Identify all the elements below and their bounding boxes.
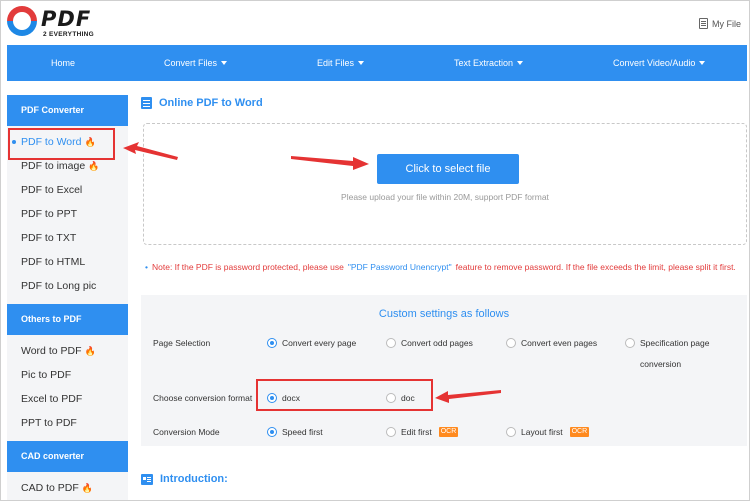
page-title: Online PDF to Word <box>141 97 263 109</box>
nav-edit-files[interactable]: Edit Files <box>317 58 365 68</box>
caret-down-icon <box>517 61 524 65</box>
caret-down-icon <box>358 61 365 65</box>
nav-label: Text Extraction <box>454 58 514 68</box>
radio-icon <box>506 427 516 437</box>
annotation-box-format <box>256 379 433 411</box>
password-note: • Note: If the PDF is password protected,… <box>145 261 745 274</box>
nav-label: Home <box>51 58 76 68</box>
sidebar-item-pdf-to-excel[interactable]: PDF to Excel <box>7 178 128 202</box>
page-selection-label: Page Selection <box>153 338 211 348</box>
radio-selected-icon <box>267 338 277 348</box>
annotation-box-pdf-to-word <box>8 128 115 160</box>
list-icon <box>141 473 153 485</box>
introduction-heading: Introduction: <box>141 473 228 485</box>
option-layout-first[interactable]: Layout first OCR <box>506 427 590 437</box>
radio-icon <box>386 338 396 348</box>
my-file-link[interactable]: My File <box>699 18 741 29</box>
logo-ring-icon <box>7 6 37 36</box>
nav-label: Edit Files <box>317 58 355 68</box>
radio-icon <box>506 338 516 348</box>
sidebar-item-cad-to-pdf[interactable]: CAD to PDF 🔥 <box>7 476 128 500</box>
password-unencrypt-link[interactable]: "PDF Password Unencrypt" <box>348 262 452 272</box>
option-label: Convert even pages <box>521 338 598 348</box>
sidebar-section-title: CAD converter <box>7 441 128 472</box>
sidebar-item-pdf-to-txt[interactable]: PDF to TXT <box>7 226 128 250</box>
sidebar-item-label: PDF to Excel <box>21 184 83 196</box>
nav-convert-files[interactable]: Convert Files <box>164 58 228 68</box>
my-file-label: My File <box>712 18 741 29</box>
option-label: Convert every page <box>282 338 357 348</box>
sidebar-item-label: PPT to PDF <box>21 417 77 429</box>
sidebar-section-title: Others to PDF <box>7 304 128 335</box>
option-label: Speed first <box>282 427 323 437</box>
nav-label: Convert Files <box>164 58 218 68</box>
upload-dropzone[interactable]: Click to select file Please upload your … <box>143 123 747 245</box>
fire-icon: 🔥 <box>84 346 96 356</box>
logo-text: PDF <box>41 7 92 31</box>
radio-icon <box>625 338 635 348</box>
sidebar-list: CAD to PDF 🔥 <box>7 472 128 500</box>
nav-text-extraction[interactable]: Text Extraction <box>454 58 524 68</box>
site-logo[interactable]: PDF 2 EVERYTHING <box>7 6 97 40</box>
caret-down-icon <box>221 61 228 65</box>
sidebar-item-excel-to-pdf[interactable]: Excel to PDF <box>7 387 128 411</box>
settings-title: Custom settings as follows <box>378 308 510 320</box>
option-label: Convert odd pages <box>401 338 473 348</box>
option-specification-page[interactable]: Specification page conversion <box>625 333 735 375</box>
mode-label: Conversion Mode <box>153 427 220 437</box>
option-label: Edit first <box>401 427 432 437</box>
option-label: Layout first <box>521 427 563 437</box>
ocr-badge: OCR <box>569 427 590 437</box>
introduction-title: Introduction: <box>160 473 228 485</box>
sidebar-item-label: Excel to PDF <box>21 393 83 405</box>
note-text: Note: If the PDF is password protected, … <box>151 262 344 272</box>
sidebar-item-label: Pic to PDF <box>21 369 72 381</box>
main-content: Online PDF to Word Click to select file … <box>141 95 747 500</box>
radio-selected-icon <box>267 427 277 437</box>
option-convert-every-page[interactable]: Convert every page <box>267 338 356 348</box>
sidebar-item-ppt-to-pdf[interactable]: PPT to PDF <box>7 411 128 435</box>
logo-subtitle: 2 EVERYTHING <box>43 31 95 38</box>
sidebar-item-label: PDF to PPT <box>21 208 78 220</box>
nav-label: Convert Video/Audio <box>613 58 696 68</box>
sidebar-item-label: PDF to TXT <box>21 232 77 244</box>
sidebar-item-label: PDF to Long pic <box>21 280 97 292</box>
option-edit-first[interactable]: Edit first OCR <box>386 427 459 437</box>
sidebar-list: Word to PDF 🔥 Pic to PDF Excel to PDF PP… <box>7 335 128 441</box>
sidebar-item-word-to-pdf[interactable]: Word to PDF 🔥 <box>7 339 128 363</box>
option-speed-first[interactable]: Speed first <box>267 427 323 437</box>
format-label: Choose conversion format <box>153 393 253 403</box>
custom-settings-panel: Custom settings as follows Page Selectio… <box>141 295 747 446</box>
ocr-badge: OCR <box>438 427 459 437</box>
note-text: feature to remove password. If the file … <box>455 262 736 272</box>
nav-convert-video-audio[interactable]: Convert Video/Audio <box>613 58 706 68</box>
sidebar-section-title: PDF Converter <box>7 95 128 126</box>
sidebar-item-pdf-to-html[interactable]: PDF to HTML <box>7 250 128 274</box>
radio-icon <box>386 427 396 437</box>
page-title-text: Online PDF to Word <box>159 97 263 109</box>
sidebar-item-pdf-to-long-pic[interactable]: PDF to Long pic <box>7 274 128 298</box>
main-nav: Home Convert Files Edit Files Text Extra… <box>7 45 747 81</box>
document-icon <box>699 18 708 29</box>
sidebar-item-label: PDF to HTML <box>21 256 86 268</box>
bullet-icon: • <box>145 262 148 272</box>
nav-home[interactable]: Home <box>51 58 75 68</box>
fire-icon: 🔥 <box>81 483 93 493</box>
sidebar-item-pdf-to-ppt[interactable]: PDF to PPT <box>7 202 128 226</box>
option-convert-odd-pages[interactable]: Convert odd pages <box>386 338 473 348</box>
caret-down-icon <box>699 61 706 65</box>
option-label: Specification page conversion <box>640 338 710 369</box>
site-header: PDF 2 EVERYTHING My File <box>1 1 749 45</box>
sidebar-item-label: CAD to PDF <box>21 482 79 494</box>
option-convert-even-pages[interactable]: Convert even pages <box>506 338 597 348</box>
upload-hint: Please upload your file within 20M, supp… <box>341 192 549 202</box>
document-icon <box>141 97 152 109</box>
browser-frame: PDF 2 EVERYTHING My File Home Convert Fi… <box>0 0 750 501</box>
sidebar-item-label: Word to PDF <box>21 345 82 357</box>
select-file-button[interactable]: Click to select file <box>377 154 519 184</box>
sidebar-item-pic-to-pdf[interactable]: Pic to PDF <box>7 363 128 387</box>
